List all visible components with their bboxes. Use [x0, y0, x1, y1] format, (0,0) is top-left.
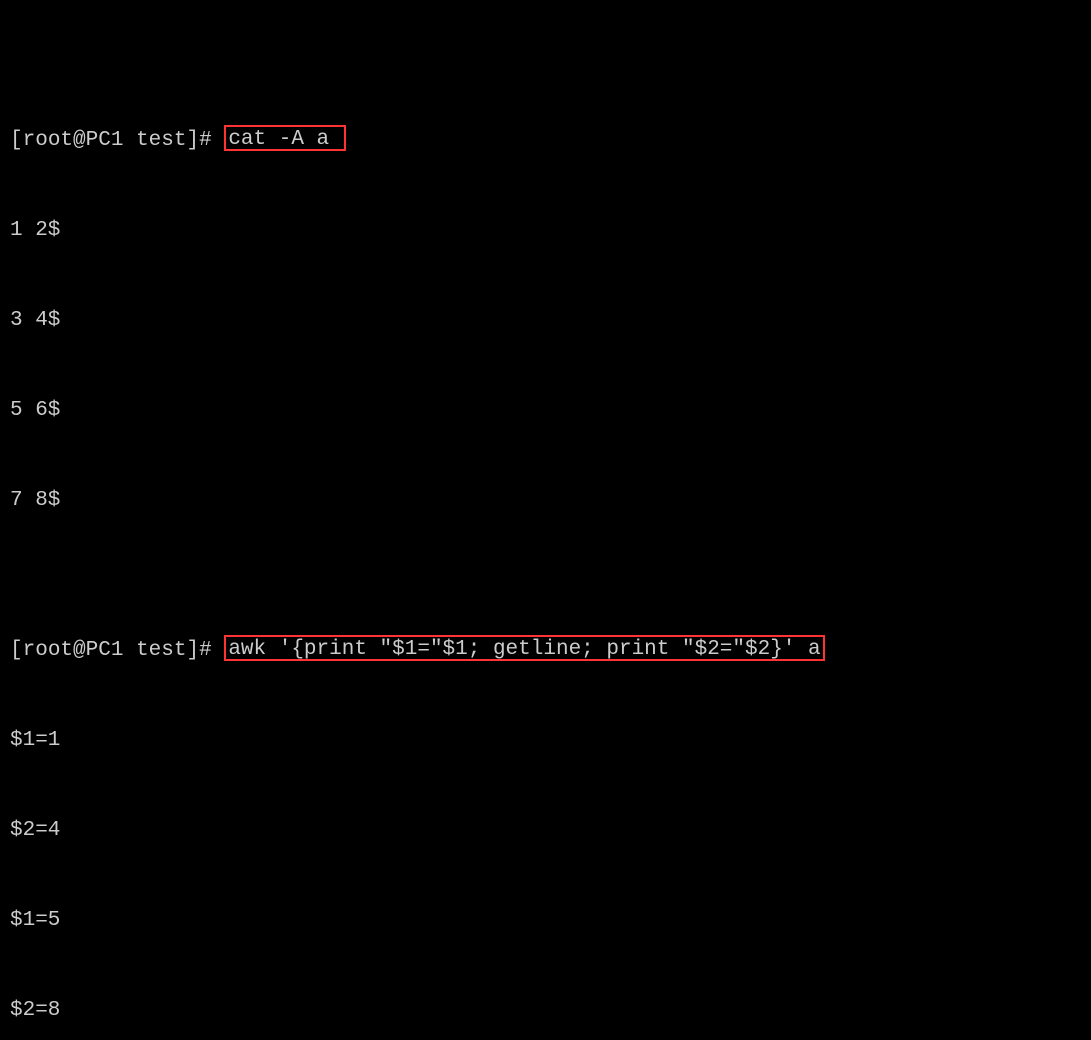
- prompt-open-bracket: [: [10, 129, 23, 152]
- output-line: $1=1: [10, 726, 1081, 756]
- output-line: 7 8$: [10, 486, 1081, 516]
- output-line: $1=5: [10, 906, 1081, 936]
- command-text: awk '{print "$1="$1; getline; print "$2=…: [228, 638, 820, 661]
- output-line: $2=8: [10, 996, 1081, 1026]
- output-line: 1 2$: [10, 216, 1081, 246]
- terminal-window[interactable]: [root@PC1 test]# cat -A a 1 2$ 3 4$ 5 6$…: [0, 0, 1091, 520]
- prompt-user: root: [23, 639, 73, 662]
- command-pad: [329, 128, 342, 151]
- prompt-user: root: [23, 129, 73, 152]
- output-line: 5 6$: [10, 396, 1081, 426]
- prompt-hash: #: [199, 129, 212, 152]
- command-text: cat -A a: [228, 128, 329, 151]
- command-highlight-box: cat -A a: [224, 125, 345, 151]
- prompt-line: [root@PC1 test]# cat -A a: [10, 126, 1081, 156]
- prompt-path: test: [136, 639, 186, 662]
- prompt-at: @: [73, 129, 86, 152]
- prompt-host: PC1: [86, 639, 124, 662]
- prompt-close-bracket: ]: [186, 639, 199, 662]
- prompt-host: PC1: [86, 129, 124, 152]
- prompt-hash: #: [199, 639, 212, 662]
- prompt-path: test: [136, 129, 186, 152]
- command-highlight-box: awk '{print "$1="$1; getline; print "$2=…: [224, 635, 824, 661]
- prompt-at: @: [73, 639, 86, 662]
- prompt-open-bracket: [: [10, 639, 23, 662]
- output-line: 3 4$: [10, 306, 1081, 336]
- prompt-close-bracket: ]: [186, 129, 199, 152]
- output-line: $2=4: [10, 816, 1081, 846]
- prompt-line: [root@PC1 test]# awk '{print "$1="$1; ge…: [10, 636, 1081, 666]
